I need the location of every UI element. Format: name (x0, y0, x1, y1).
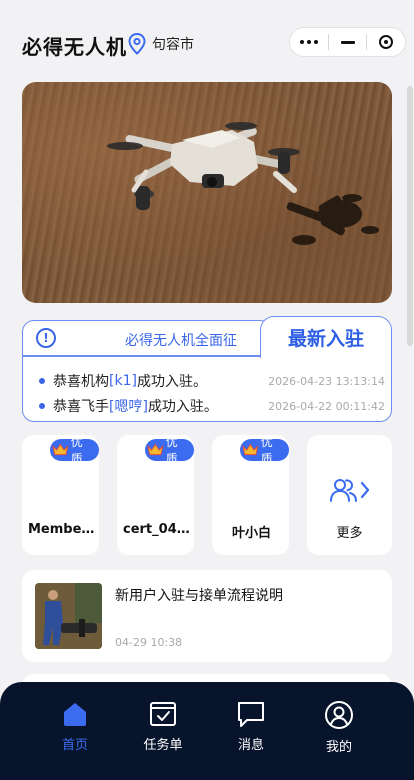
mini-program-capsule (289, 27, 406, 57)
page-scrollbar[interactable] (407, 86, 413, 346)
banner-image[interactable] (22, 82, 392, 303)
member-name: Membe... (28, 522, 95, 537)
notice-marquee-text: 必得无人机全面征 (125, 333, 237, 349)
header: 必得无人机 句容市 (0, 0, 414, 82)
close-circle-icon (379, 35, 394, 49)
app-title: 必得无人机 (22, 35, 127, 59)
profile-icon (325, 701, 353, 729)
more-members-button[interactable]: 更多 (307, 435, 392, 555)
bottom-tab-bar: 首页 任务单 消息 我的 (0, 682, 414, 780)
notice-marquee-bar[interactable]: ! 必得无人机全面征 (22, 320, 272, 356)
bullet-dot (39, 403, 45, 409)
info-icon: ! (36, 328, 56, 348)
quality-badge: 优质 (145, 435, 194, 466)
latest-joined-list: 恭喜机构 [k1] 成功入驻。 2026-04-23 13:13:14 恭喜飞手… (22, 356, 392, 422)
location-label: 句容市 (152, 37, 194, 53)
tab-profile[interactable]: 我的 (299, 700, 379, 755)
notice-panel: ! 必得无人机全面征 恭喜机构 [k1] 成功入驻。 2026-04-23 13… (22, 316, 392, 422)
item-time: 2026-04-22 00:11:42 (268, 399, 385, 413)
crown-icon (52, 443, 69, 456)
more-options-button[interactable] (290, 28, 328, 56)
member-card[interactable]: 优质 叶小白 (212, 435, 289, 555)
member-card[interactable]: 优质 cert_04... (117, 435, 194, 555)
article-title: 新用户入驻与接单流程说明 (115, 588, 283, 604)
location-pin-icon (128, 33, 146, 55)
list-item[interactable]: 恭喜机构 [k1] 成功入驻。 2026-04-23 13:13:14 (39, 371, 385, 391)
minimize-button[interactable] (329, 28, 367, 56)
article-thumbnail (35, 583, 102, 649)
article-item[interactable]: 新用户入驻与接单流程说明 04-29 10:38 (22, 570, 392, 662)
article-time: 04-29 10:38 (115, 636, 183, 649)
quality-badge: 优质 (50, 435, 99, 466)
member-card[interactable]: 优质 Membe... (22, 435, 99, 555)
home-icon (64, 703, 86, 726)
bullet-dot (39, 378, 45, 384)
drone-illustration (107, 122, 379, 245)
users-more-icon (330, 479, 370, 502)
close-button[interactable] (367, 28, 405, 56)
more-label: 更多 (336, 526, 363, 541)
location-selector[interactable]: 句容市 (128, 33, 194, 55)
item-time: 2026-04-23 13:13:14 (268, 374, 385, 388)
list-item[interactable]: 恭喜飞手 [嗯哼] 成功入驻。 2026-04-22 00:11:42 (39, 396, 385, 416)
quality-badge: 优质 (240, 435, 289, 466)
crown-icon (147, 443, 164, 456)
crown-icon (242, 443, 259, 456)
tab-tasks[interactable]: 任务单 (123, 700, 203, 753)
member-name: 叶小白 (231, 526, 271, 541)
latest-joined-tab[interactable]: 最新入驻 (260, 316, 392, 358)
message-icon (238, 702, 264, 727)
minimize-icon (340, 40, 355, 44)
member-name: cert_04... (123, 522, 190, 537)
tab-messages[interactable]: 消息 (211, 700, 291, 753)
task-icon (150, 702, 176, 726)
more-dots-icon (299, 40, 318, 44)
tab-home[interactable]: 首页 (35, 700, 115, 753)
